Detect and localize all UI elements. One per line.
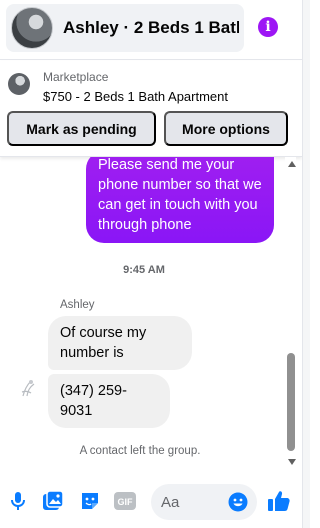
microphone-icon[interactable] xyxy=(6,489,30,513)
sticker-icon[interactable] xyxy=(78,489,102,513)
chat-header: Ashley · 2 Beds 1 Bath… i xyxy=(0,0,302,60)
conversation-title: Ashley · 2 Beds 1 Bath… xyxy=(63,18,239,37)
listing-thumbnail[interactable] xyxy=(8,73,30,95)
conversation-title-button[interactable]: Ashley · 2 Beds 1 Bath… xyxy=(6,4,244,52)
window-edge xyxy=(302,0,310,528)
emoji-icon[interactable] xyxy=(228,492,248,512)
mark-as-pending-button[interactable]: Mark as pending xyxy=(7,111,156,146)
gif-icon[interactable]: GIF xyxy=(113,489,137,513)
message-input[interactable] xyxy=(161,484,221,520)
marketplace-listing-bar: Marketplace $750 - 2 Beds 1 Bath Apartme… xyxy=(0,61,302,157)
photo-icon[interactable] xyxy=(41,489,65,513)
message-timestamp: 9:45 AM xyxy=(123,264,165,276)
thumbs-up-icon[interactable] xyxy=(266,488,292,514)
scroll-up-arrow[interactable] xyxy=(288,161,296,167)
incoming-message[interactable]: (347) 259-9031 xyxy=(48,374,170,428)
scroll-down-arrow[interactable] xyxy=(288,459,296,465)
more-options-button[interactable]: More options xyxy=(164,111,288,146)
listing-price-title[interactable]: $750 - 2 Beds 1 Bath Apartment xyxy=(43,89,228,104)
scroll-thumb[interactable] xyxy=(287,353,295,451)
message-scrollbar[interactable] xyxy=(285,157,296,469)
message-input-box[interactable] xyxy=(151,484,257,520)
message-list[interactable]: Please send me your phone number so that… xyxy=(0,157,288,469)
message-composer: GIF xyxy=(0,476,302,528)
incoming-message[interactable]: Of course my number is xyxy=(48,316,192,370)
sender-name: Ashley xyxy=(60,299,95,311)
messenger-chat-window: Ashley · 2 Beds 1 Bath… i Marketplace $7… xyxy=(0,0,310,528)
listing-avatar xyxy=(11,7,53,49)
info-icon[interactable]: i xyxy=(258,17,278,37)
gif-label: GIF xyxy=(118,497,134,507)
listing-source: Marketplace xyxy=(43,70,109,84)
sender-avatar[interactable] xyxy=(19,378,39,400)
outgoing-message[interactable]: Please send me your phone number so that… xyxy=(86,157,274,243)
system-message: A contact left the group. xyxy=(79,445,201,457)
